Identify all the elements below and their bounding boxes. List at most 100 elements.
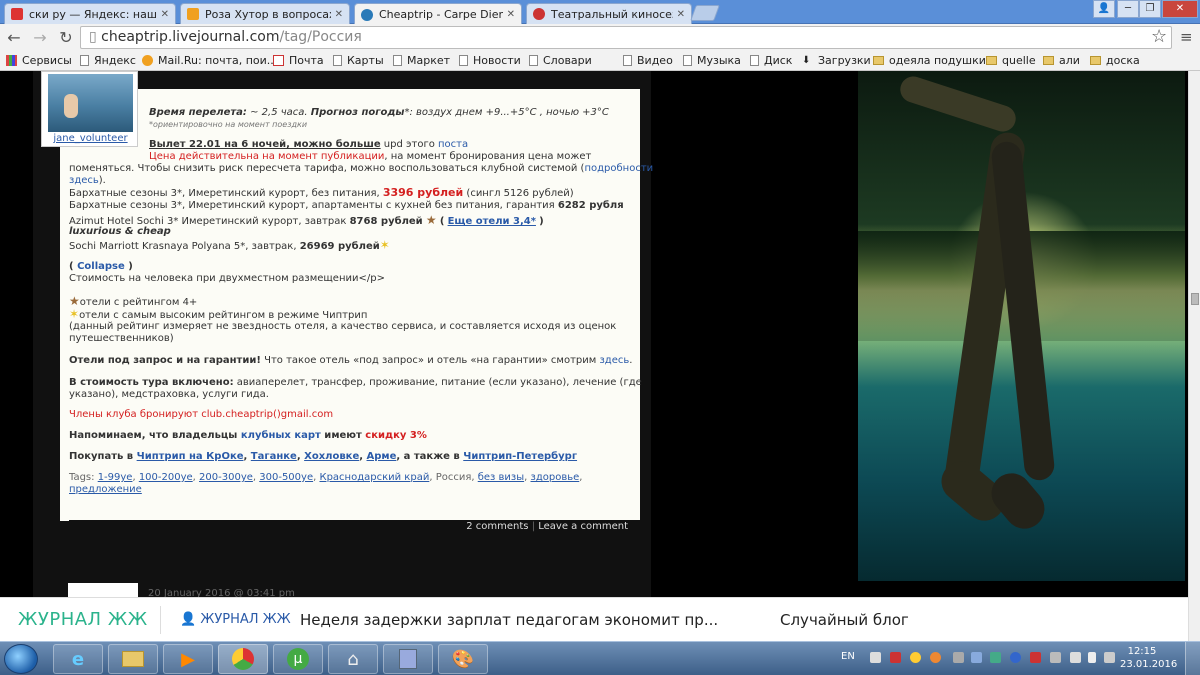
tag-link[interactable]: 200-300уе: [199, 472, 253, 483]
network-tray-icon[interactable]: [971, 652, 982, 663]
close-tab-icon[interactable]: ✕: [677, 9, 685, 20]
club-cards-link[interactable]: клубных карт: [241, 430, 321, 441]
menu-icon[interactable]: ≡: [1180, 28, 1193, 46]
usb-icon[interactable]: ⌂: [328, 644, 378, 674]
bookmark-star-icon[interactable]: ☆: [1151, 26, 1167, 47]
tab-yandex[interactable]: ски ру — Яндекс: нашлос ✕: [4, 3, 176, 24]
close-tab-icon[interactable]: ✕: [161, 9, 169, 20]
page-icon: [333, 55, 342, 66]
close-tab-icon[interactable]: ✕: [507, 9, 515, 20]
page-scrollbar[interactable]: [1188, 71, 1200, 646]
tray-icon[interactable]: [910, 652, 921, 663]
guarantee-here-link[interactable]: здесь: [599, 355, 629, 366]
utorrent-icon[interactable]: µ: [273, 644, 323, 674]
details-link[interactable]: подробности: [584, 163, 653, 174]
collapse-link[interactable]: Collapse: [77, 261, 125, 272]
buy-link-kroke[interactable]: Чиптрип на КрОке: [137, 451, 244, 462]
tray-icon[interactable]: [990, 652, 1001, 663]
author-username[interactable]: jane_volunteer: [42, 133, 139, 144]
language-indicator[interactable]: EN: [841, 651, 855, 662]
chrome-icon[interactable]: [218, 644, 268, 674]
lj-logo[interactable]: ЖУРНАЛ ЖЖ: [18, 609, 148, 630]
reload-icon[interactable]: ↻: [56, 28, 76, 47]
lj-user-link[interactable]: 👤 ЖУРНАЛ ЖЖ: [180, 612, 291, 627]
forward-arrow-icon[interactable]: →: [30, 28, 50, 47]
signal-icon[interactable]: [1104, 652, 1115, 663]
internet-explorer-icon[interactable]: e: [53, 644, 103, 674]
bookmark-services[interactable]: Сервисы: [6, 54, 72, 67]
buy-link-khokhlovka[interactable]: Хохловке: [304, 451, 359, 462]
minimize-icon[interactable]: ─: [1117, 0, 1139, 18]
bronze-star-icon: ★: [69, 294, 80, 308]
tray-icon[interactable]: [1030, 652, 1041, 663]
system-clock[interactable]: 12:15 23.01.2016: [1120, 645, 1177, 671]
bookmark-dictionaries[interactable]: Словари: [529, 54, 592, 67]
bookmark-video[interactable]: Видео: [623, 54, 673, 67]
bookmark-market[interactable]: Маркет: [393, 54, 450, 67]
more-hotels-link[interactable]: Еще отели 3,4*: [448, 216, 536, 227]
flag-icon[interactable]: [1070, 652, 1081, 663]
show-desktop-button[interactable]: [1185, 642, 1200, 675]
tray-icon[interactable]: [870, 652, 881, 663]
leave-comment-link[interactable]: Leave a comment: [538, 521, 628, 532]
tray-icon[interactable]: [930, 652, 941, 663]
price-note-text: , на момент бронирования цена может: [384, 151, 592, 162]
bookmark-mailru[interactable]: Mail.Ru: почта, пои...: [142, 54, 277, 67]
buy-link-arma[interactable]: Арме: [367, 451, 397, 462]
user-icon[interactable]: 👤: [1093, 0, 1115, 18]
bookmark-disk[interactable]: Диск: [750, 54, 792, 67]
lj-news-headline[interactable]: Неделя задержки зарплат педагогам эконом…: [300, 611, 718, 629]
bookmark-folder-ali[interactable]: али: [1043, 54, 1080, 67]
next-post-avatar[interactable]: [68, 583, 138, 597]
battery-icon[interactable]: [1088, 652, 1096, 663]
buy-link-petersburg[interactable]: Чиптрип-Петербург: [463, 451, 577, 462]
tag-link[interactable]: здоровье: [531, 472, 580, 483]
tag-link[interactable]: предложение: [69, 484, 142, 495]
file-explorer-icon[interactable]: [108, 644, 158, 674]
bookmark-folder-blankets[interactable]: одеяла подушки: [873, 54, 986, 67]
price-note-line2: поменяться. Чтобы снизить риск пересчета…: [69, 163, 653, 175]
acrobat-tray-icon[interactable]: [890, 652, 901, 663]
notepad-icon[interactable]: [383, 644, 433, 674]
bookmark-folder-board[interactable]: доска: [1090, 54, 1140, 67]
close-window-icon[interactable]: ✕: [1162, 0, 1198, 18]
tag-link[interactable]: без визы: [478, 472, 524, 483]
back-arrow-icon[interactable]: ←: [4, 28, 24, 47]
tab-theatre[interactable]: Театральный киносезон ✕: [526, 3, 692, 24]
comments-link[interactable]: 2 comments: [466, 521, 528, 532]
bookmark-yandex[interactable]: Яндекс: [80, 54, 136, 67]
tab-title: Cheaptrip - Carpe Diem -: [379, 8, 503, 21]
remind-line: Напоминаем, что владельцы клубных карт и…: [69, 430, 427, 442]
close-tab-icon[interactable]: ✕: [335, 9, 343, 20]
livejournal-favicon-icon: [361, 8, 373, 21]
author-avatar[interactable]: jane_volunteer: [41, 71, 138, 147]
bookmark-folder-quelle[interactable]: quelle: [986, 54, 1036, 67]
bookmark-music[interactable]: Музыка: [683, 54, 741, 67]
random-blog-link[interactable]: Случайный блог: [780, 611, 909, 629]
media-player-icon[interactable]: ▶: [163, 644, 213, 674]
tray-icon[interactable]: [953, 652, 964, 663]
start-button[interactable]: [4, 644, 38, 674]
tab-cheaptrip[interactable]: Cheaptrip - Carpe Diem - ✕: [354, 3, 522, 25]
buy-link-taganka[interactable]: Таганке: [251, 451, 297, 462]
page-content: Время перелета: ~ 2,5 часа. Прогноз пого…: [0, 71, 1188, 597]
restore-icon[interactable]: ❐: [1139, 0, 1161, 18]
bookmark-news[interactable]: Новости: [459, 54, 521, 67]
here-link[interactable]: здесь: [69, 175, 99, 186]
bookmark-maps[interactable]: Карты: [333, 54, 384, 67]
new-tab-button[interactable]: [690, 5, 720, 21]
tag-link[interactable]: 1-99уе: [98, 472, 133, 483]
paint-icon[interactable]: 🎨: [438, 644, 488, 674]
tag-link[interactable]: 100-200уе: [139, 472, 193, 483]
bookmark-pochta[interactable]: Почта: [273, 54, 324, 67]
bookmark-label: доска: [1106, 54, 1140, 67]
tab-roza-khutor[interactable]: Роза Хутор в вопросах и ✕: [180, 3, 350, 24]
tag-link[interactable]: 300-500уе: [259, 472, 313, 483]
tray-icon[interactable]: [1050, 652, 1061, 663]
scrollbar-thumb[interactable]: [1191, 293, 1199, 305]
tag-link[interactable]: Краснодарский край: [319, 472, 429, 483]
bluetooth-icon[interactable]: [1010, 652, 1021, 663]
bookmark-downloads[interactable]: ⬇ Загрузки: [802, 54, 871, 67]
upd-post-link[interactable]: поста: [438, 139, 468, 150]
address-bar[interactable]: ▯ cheaptrip.livejournal.com/tag/Россия: [80, 26, 1172, 49]
